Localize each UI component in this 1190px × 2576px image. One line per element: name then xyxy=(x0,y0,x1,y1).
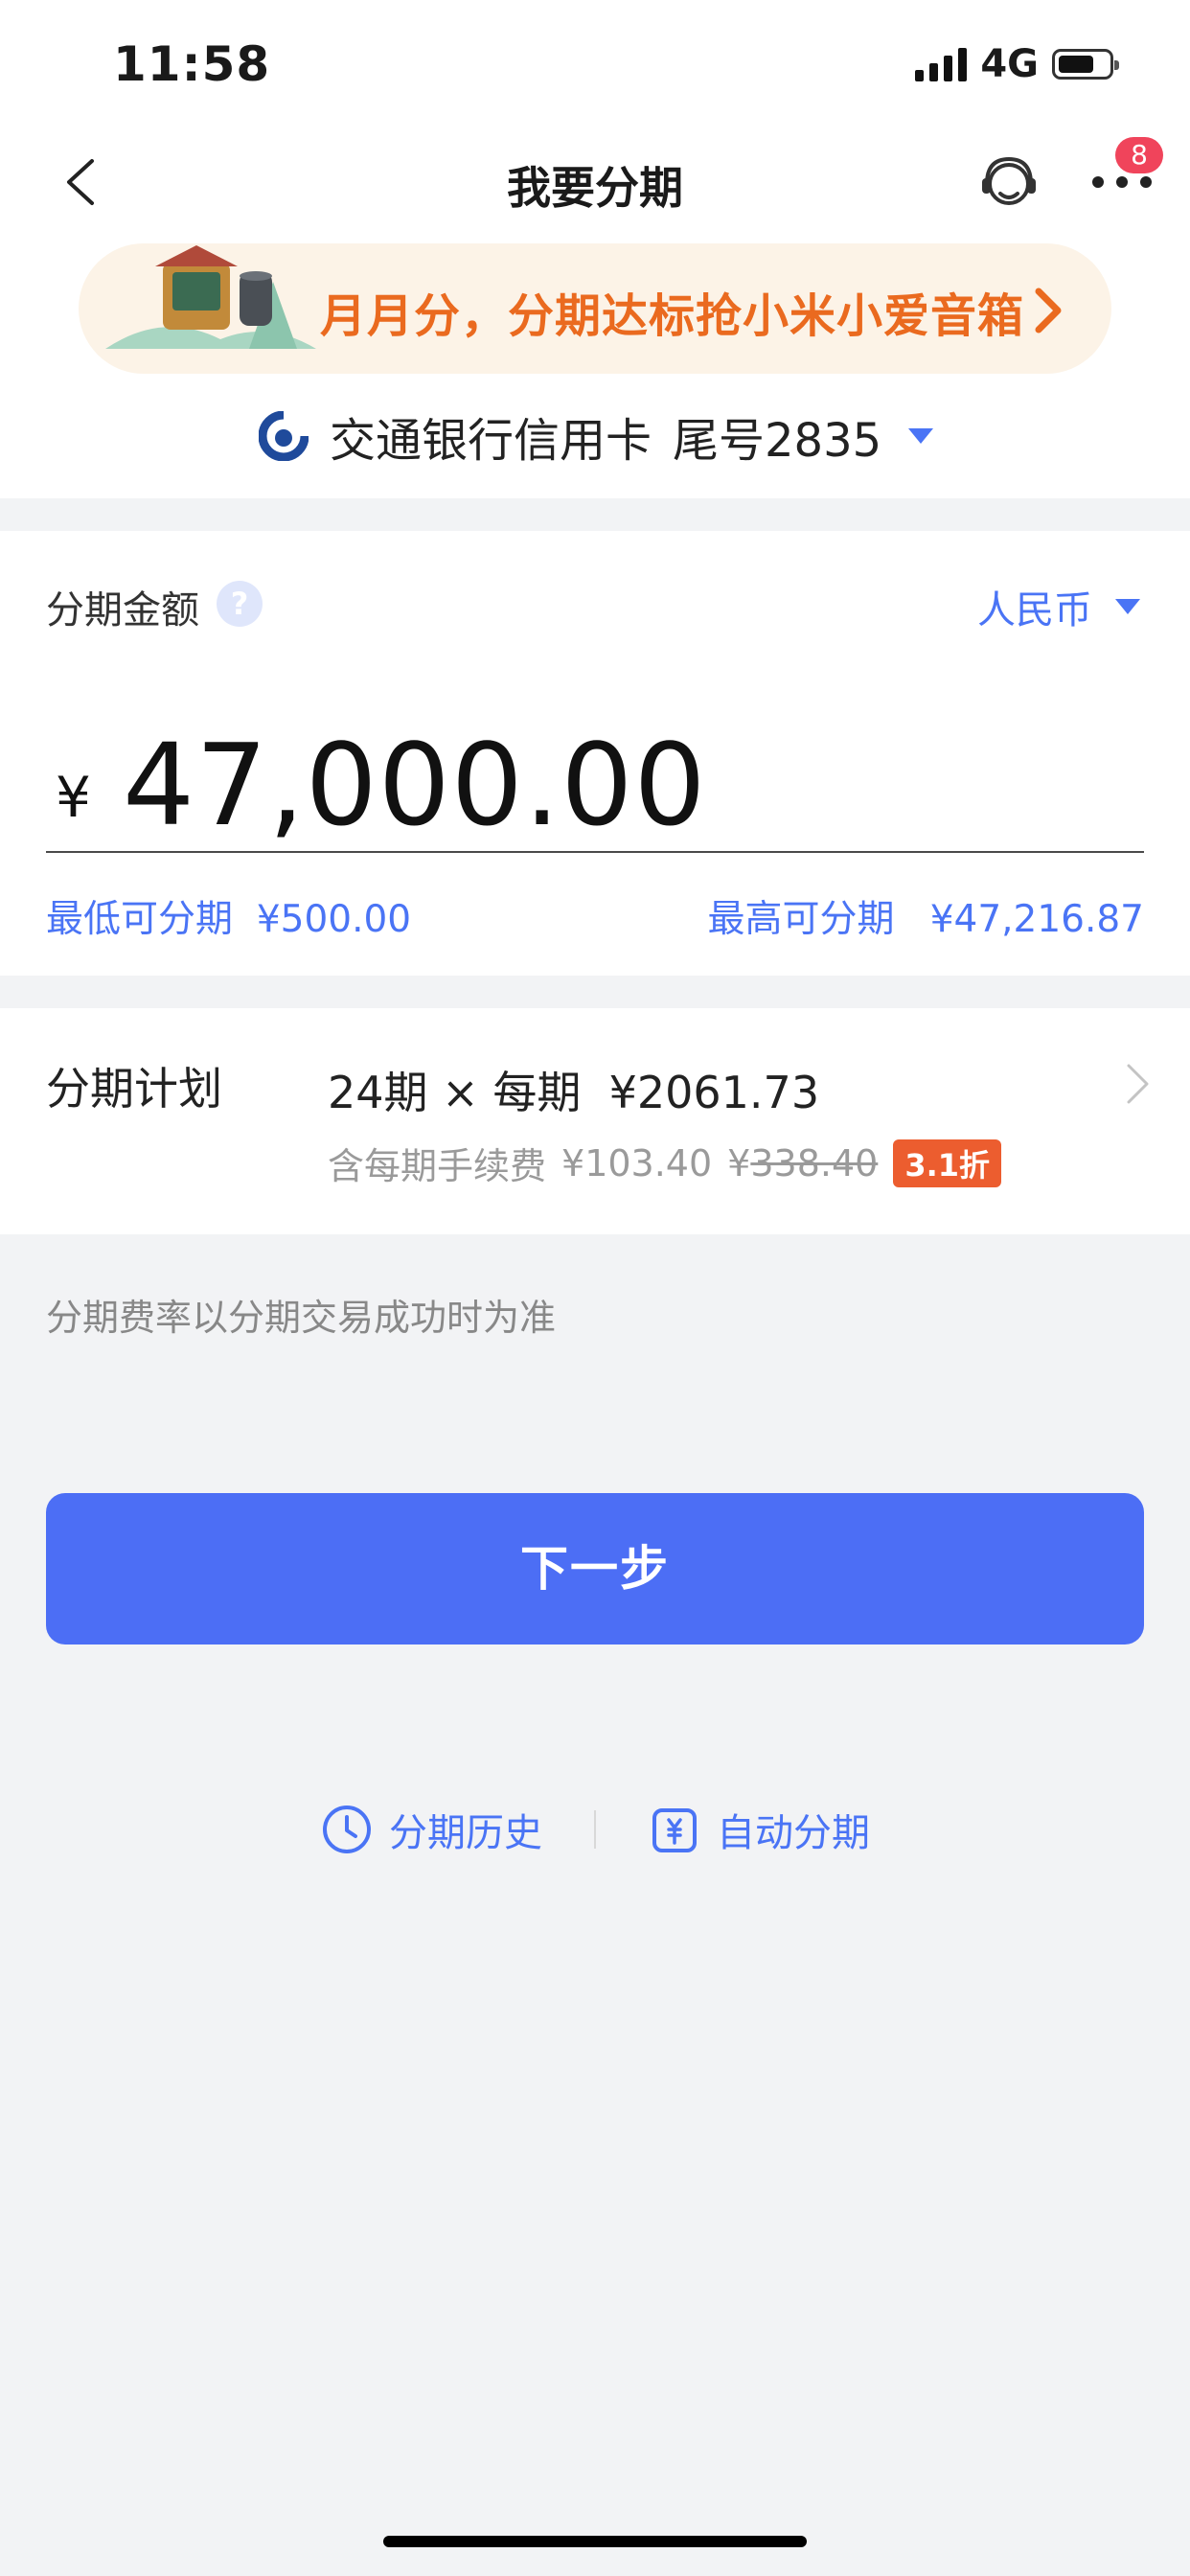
home-indicator xyxy=(383,2536,807,2547)
min-label: 最低可分期 xyxy=(46,898,234,941)
promo-illustration xyxy=(105,245,316,349)
more-icon[interactable] xyxy=(1088,172,1156,192)
next-button[interactable]: 下一步 xyxy=(46,1493,1144,1644)
clock-icon xyxy=(323,1806,371,1853)
notification-badge: 8 xyxy=(1115,137,1163,173)
per-period-value: ¥2061.73 xyxy=(608,1067,820,1118)
plan-section[interactable] xyxy=(0,1008,1190,1234)
bank-name: 交通银行信用卡 xyxy=(330,414,652,468)
promo-text: 月月分，分期达标抢小米小爱音箱 xyxy=(320,289,1025,343)
orig-fee-symbol: ¥ xyxy=(727,1141,751,1184)
max-value: ¥47,216.87 xyxy=(929,898,1144,941)
card-tail-number: 尾号2835 xyxy=(673,414,882,468)
amount-input[interactable]: 47,000.00 xyxy=(123,719,707,851)
plan-fee: 含每期手续费 ¥103.40 ¥338.40 3.1折 xyxy=(328,1137,1002,1189)
auto-installment-link[interactable]: 自动分期 xyxy=(648,1802,870,1857)
network-label: 4G xyxy=(980,42,1039,86)
discount-badge: 3.1折 xyxy=(893,1138,1002,1187)
card-selector[interactable]: 交通银行信用卡 尾号2835 xyxy=(259,402,934,470)
status-icons: 4G xyxy=(915,42,1119,86)
auto-installment-icon xyxy=(652,1808,697,1852)
times-sign: × xyxy=(442,1067,479,1118)
min-value: ¥500.00 xyxy=(256,898,412,941)
currency-symbol: ¥ xyxy=(56,765,91,830)
rate-note: 分期费率以分期交易成功时为准 xyxy=(46,1297,557,1339)
auto-label: 自动分期 xyxy=(717,1811,870,1855)
help-icon[interactable]: ? xyxy=(217,581,263,627)
chevron-right-icon[interactable] xyxy=(1123,1062,1152,1106)
customer-service-icon[interactable] xyxy=(977,150,1041,213)
signal-icon xyxy=(915,47,968,81)
battery-icon xyxy=(1052,49,1119,80)
currency-label: 人民币 xyxy=(977,588,1092,632)
divider xyxy=(594,1810,596,1849)
plan-label: 分期计划 xyxy=(46,1063,222,1115)
plan-summary: 24期 × 每期 ¥2061.73 xyxy=(328,1058,819,1121)
max-label: 最高可分期 xyxy=(707,898,895,941)
bottom-links: 分期历史 自动分期 xyxy=(0,1802,1190,1857)
dropdown-arrow-icon xyxy=(908,428,934,444)
chevron-right-icon xyxy=(1035,288,1062,334)
currency-selector[interactable]: 人民币 xyxy=(977,579,1140,634)
dropdown-arrow-icon xyxy=(1115,599,1140,614)
fee-label: 含每期手续费 xyxy=(328,1145,547,1187)
input-underline xyxy=(46,851,1144,853)
history-link[interactable]: 分期历史 xyxy=(320,1802,542,1857)
plan-periods: 24期 xyxy=(328,1067,428,1118)
fee-value: ¥103.40 xyxy=(561,1141,713,1184)
status-time: 11:58 xyxy=(113,36,271,92)
min-amount: 最低可分期 ¥500.00 xyxy=(46,889,411,943)
per-period-label: 每期 xyxy=(492,1067,582,1118)
original-fee: 338.40 xyxy=(750,1141,879,1184)
history-label: 分期历史 xyxy=(389,1811,542,1855)
amount-label: 分期金额 xyxy=(46,588,199,632)
max-amount[interactable]: 最高可分期 ¥47,216.87 xyxy=(707,889,1144,943)
bank-logo-icon xyxy=(259,411,309,461)
